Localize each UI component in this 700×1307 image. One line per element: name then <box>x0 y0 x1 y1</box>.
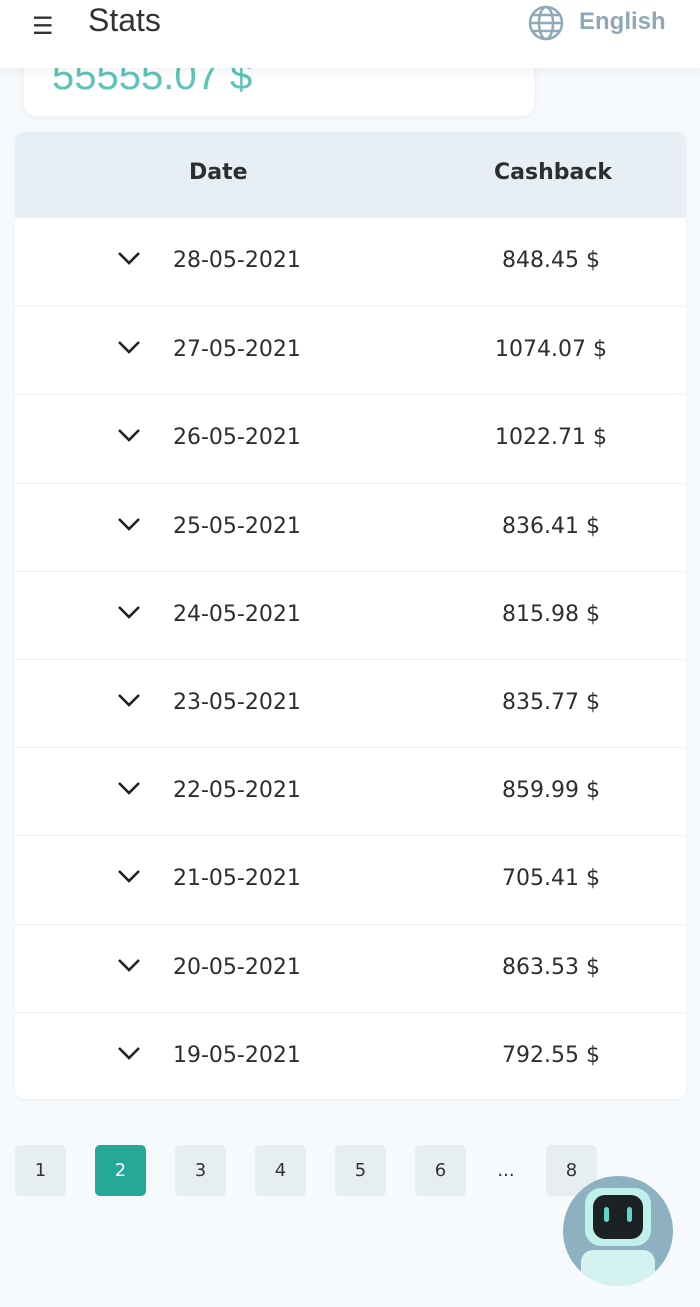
row-cashback: 792.55 $ <box>502 1042 600 1068</box>
chevron-down-icon[interactable] <box>117 339 141 355</box>
robot-assistant-icon[interactable] <box>563 1176 673 1286</box>
hamburger-icon[interactable]: ☰ <box>32 12 54 40</box>
row-date: 23-05-2021 <box>173 689 301 715</box>
table-row[interactable]: 27-05-2021 1074.07 $ <box>15 306 686 394</box>
row-date: 28-05-2021 <box>173 248 301 273</box>
pagination-ellipsis: ... <box>497 1160 515 1181</box>
table-row[interactable]: 19-05-2021 792.55 $ <box>15 1011 686 1099</box>
table-row[interactable]: 28-05-2021 848.45 $ <box>15 218 686 306</box>
table-row[interactable]: 21-05-2021 705.41 $ <box>15 835 686 923</box>
row-date: 21-05-2021 <box>173 866 301 892</box>
table-row[interactable]: 26-05-2021 1022.71 $ <box>15 394 686 482</box>
column-header-date: Date <box>189 160 248 185</box>
row-cashback: 1074.07 $ <box>495 337 607 363</box>
row-cashback: 863.53 $ <box>502 954 600 980</box>
chevron-down-icon[interactable] <box>117 1045 141 1061</box>
language-selector[interactable]: English <box>579 8 666 36</box>
table-header: Date Cashback <box>15 132 686 218</box>
row-date: 26-05-2021 <box>173 425 301 451</box>
chevron-down-icon[interactable] <box>117 868 141 884</box>
table-row[interactable]: 20-05-2021 863.53 $ <box>15 923 686 1012</box>
row-cashback: 848.45 $ <box>502 248 600 273</box>
row-date: 24-05-2021 <box>173 601 301 627</box>
page-button-2[interactable]: 2 <box>95 1145 146 1196</box>
row-cashback: 835.77 $ <box>502 689 600 715</box>
page-title: Stats <box>88 2 161 38</box>
row-cashback: 1022.71 $ <box>495 425 607 451</box>
column-header-cashback: Cashback <box>494 160 613 185</box>
row-cashback: 705.41 $ <box>502 866 600 892</box>
page-button-1[interactable]: 1 <box>15 1145 66 1196</box>
table-row[interactable]: 24-05-2021 815.98 $ <box>15 570 686 659</box>
row-cashback: 859.99 $ <box>502 778 600 804</box>
page-button-5[interactable]: 5 <box>335 1145 386 1196</box>
page-button-3[interactable]: 3 <box>175 1145 226 1196</box>
row-cashback: 815.98 $ <box>502 601 600 627</box>
row-date: 27-05-2021 <box>173 337 301 363</box>
chevron-down-icon[interactable] <box>117 957 141 973</box>
row-cashback: 836.41 $ <box>502 513 600 539</box>
row-date: 22-05-2021 <box>173 778 301 804</box>
chevron-down-icon[interactable] <box>117 516 141 532</box>
page-button-6[interactable]: 6 <box>415 1145 466 1196</box>
app-header: ☰ Stats English <box>0 0 700 68</box>
row-date: 20-05-2021 <box>173 954 301 980</box>
chevron-down-icon[interactable] <box>117 780 141 796</box>
chevron-down-icon[interactable] <box>117 250 141 266</box>
row-date: 25-05-2021 <box>173 513 301 539</box>
chevron-down-icon[interactable] <box>117 604 141 620</box>
table-row[interactable]: 23-05-2021 835.77 $ <box>15 658 686 747</box>
row-date: 19-05-2021 <box>173 1042 301 1068</box>
chevron-down-icon[interactable] <box>117 427 141 443</box>
globe-icon[interactable] <box>528 5 564 41</box>
table-row[interactable]: 22-05-2021 859.99 $ <box>15 747 686 835</box>
cashback-table: Date Cashback 28-05-2021 848.45 $ 27-05-… <box>15 132 686 1099</box>
page-button-4[interactable]: 4 <box>255 1145 306 1196</box>
chevron-down-icon[interactable] <box>117 692 141 708</box>
table-row[interactable]: 25-05-2021 836.41 $ <box>15 482 686 571</box>
